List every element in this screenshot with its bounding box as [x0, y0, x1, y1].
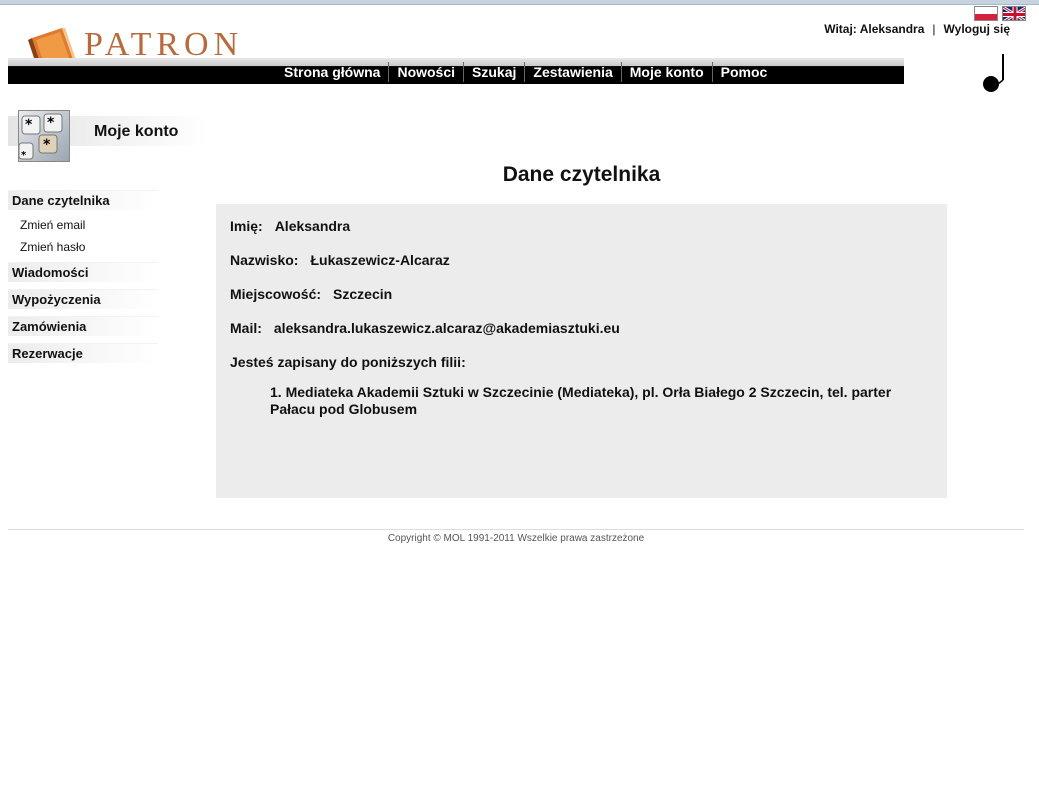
greeting-text: Witaj: Aleksandra	[824, 22, 925, 36]
svg-text:*: *	[43, 137, 51, 153]
svg-text:*: *	[47, 115, 55, 131]
nav-home[interactable]: Strona główna	[276, 62, 390, 82]
music-note-icon	[983, 54, 1004, 92]
field-label: Mail:	[230, 320, 262, 336]
page-title: Dane czytelnika	[502, 163, 661, 186]
field-label: Miejscowość:	[230, 286, 322, 302]
nav-lists[interactable]: Zestawienia	[525, 62, 622, 82]
field-label: Imię:	[230, 218, 263, 234]
main-navbar: Strona główna Nowości Szukaj Zestawienia…	[8, 58, 904, 84]
account-title: Moje konto	[94, 123, 179, 140]
branches-label: Jesteś zapisany do poniższych filii:	[230, 354, 466, 370]
nav-help[interactable]: Pomoc	[713, 62, 776, 82]
nav-my-account[interactable]: Moje konto	[622, 62, 713, 82]
field-label: Nazwisko:	[230, 252, 299, 268]
sidebar-subitem-change-email[interactable]: Zmień email	[8, 214, 158, 236]
svg-text:*: *	[21, 150, 27, 161]
reader-details-panel: Imię: Aleksandra Nazwisko: Łukaszewicz-Alc…	[216, 204, 947, 498]
nav-news[interactable]: Nowości	[389, 62, 465, 82]
field-value: Łukaszewicz-Alcaraz	[310, 252, 450, 268]
nav-search[interactable]: Szukaj	[464, 62, 526, 82]
sidebar-item-loans[interactable]: Wypożyczenia	[8, 289, 158, 309]
field-value: Szczecin	[333, 286, 393, 302]
sidebar-item-reservations[interactable]: Rezerwacje	[8, 343, 158, 363]
branch-item: 1. Mediateka Akademii Sztuki w Szczecini…	[270, 384, 892, 417]
keyboard-keys-icon: * * * *	[18, 110, 70, 162]
user-area: Witaj: Aleksandra | Wyloguj się	[824, 22, 1010, 36]
field-email: Mail: aleksandra.lukaszewicz.alcaraz@akad…	[230, 320, 933, 354]
footer-divider	[8, 529, 1024, 530]
flag-gb-icon[interactable]	[1002, 6, 1026, 21]
field-city: Miejscowość: Szczecin	[230, 286, 933, 320]
logout-link[interactable]: Wyloguj się	[944, 22, 1010, 36]
sidebar-subitem-change-password[interactable]: Zmień hasło	[8, 236, 158, 258]
browser-top-strip	[0, 0, 1039, 5]
svg-text:*: *	[25, 117, 33, 133]
flag-pl-icon[interactable]	[974, 6, 998, 21]
field-value: aleksandra.lukaszewicz.alcaraz@akademias…	[273, 320, 620, 336]
sidebar-item-orders[interactable]: Zamówienia	[8, 316, 158, 336]
language-switcher	[974, 6, 1026, 21]
sidebar-item-reader-data[interactable]: Dane czytelnika	[8, 190, 158, 210]
field-last-name: Nazwisko: Łukaszewicz-Alcaraz	[230, 252, 933, 286]
sidebar: Dane czytelnika Zmień email Zmień hasło …	[8, 190, 158, 370]
field-value: Aleksandra	[274, 218, 351, 234]
field-first-name: Imię: Aleksandra	[230, 218, 933, 252]
sidebar-item-messages[interactable]: Wiadomości	[8, 262, 158, 282]
separator: |	[932, 22, 936, 36]
footer-copyright: Copyright © MOL 1991-2011 Wszelkie prawa…	[387, 533, 645, 544]
